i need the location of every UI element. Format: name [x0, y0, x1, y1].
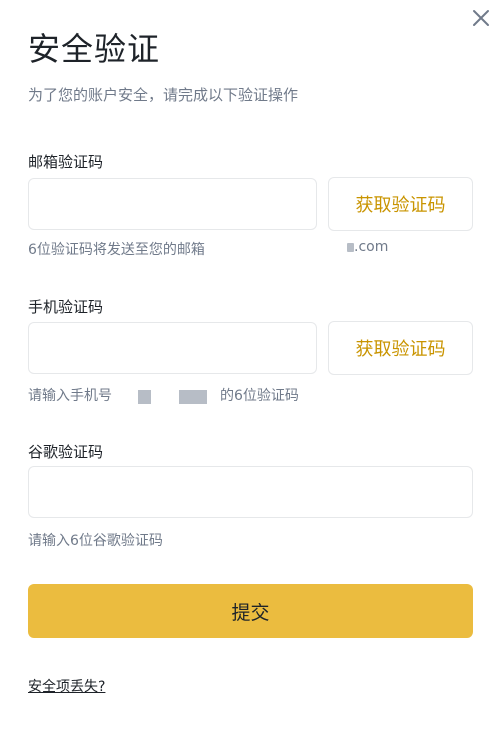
phone-code-input[interactable] [29, 323, 316, 373]
google-code-label: 谷歌验证码 [28, 443, 104, 461]
security-lost-link[interactable]: 安全项丢失? [28, 676, 105, 696]
email-code-field[interactable] [28, 178, 317, 230]
email-address-suffix: .com [354, 239, 389, 255]
email-code-label: 邮箱验证码 [28, 153, 104, 171]
page-title: 安全验证 [28, 30, 161, 68]
phone-code-label: 手机验证码 [28, 298, 104, 316]
masked-email [347, 243, 354, 252]
masked-phone-start [138, 390, 151, 404]
close-icon-glyph [473, 10, 489, 26]
google-code-field[interactable] [28, 466, 473, 518]
google-code-hint: 请输入6位谷歌验证码 [28, 533, 163, 549]
phone-code-hint-suffix: 的6位验证码 [220, 388, 299, 404]
page-subtitle: 为了您的账户安全，请完成以下验证操作 [28, 86, 299, 104]
phone-code-hint-prefix: 请输入手机号 [28, 388, 112, 404]
close-icon[interactable] [469, 6, 493, 30]
masked-phone-end [179, 390, 207, 404]
phone-get-code-button[interactable]: 获取验证码 [328, 321, 473, 375]
email-code-hint: 6位验证码将发送至您的邮箱 [28, 242, 205, 258]
submit-button[interactable]: 提交 [28, 584, 473, 638]
email-get-code-button[interactable]: 获取验证码 [328, 177, 473, 231]
phone-code-field[interactable] [28, 322, 317, 374]
google-code-input[interactable] [29, 467, 472, 517]
email-code-input[interactable] [29, 179, 316, 229]
